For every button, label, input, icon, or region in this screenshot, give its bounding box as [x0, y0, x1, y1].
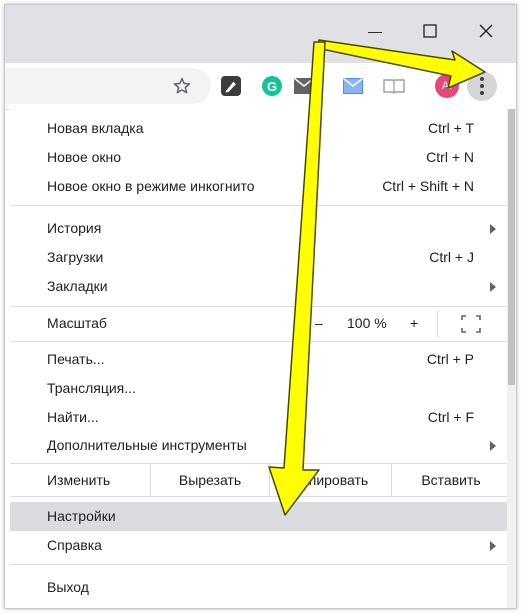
menu-item-label: Найти... [47, 409, 99, 425]
menu-item-shortcut: Ctrl + Shift + N [382, 178, 474, 194]
browser-menu-button[interactable] [467, 71, 497, 101]
submenu-arrow-icon [490, 224, 496, 234]
zoom-label: Масштаб [47, 315, 107, 331]
menu-item-zoom: Масштаб – 100 % + [10, 309, 510, 338]
browser-main-menu: Новая вкладка Ctrl + T Новое окно Ctrl +… [10, 109, 510, 608]
menu-divider [10, 341, 510, 342]
grammarly-button[interactable]: G [258, 72, 286, 100]
profile-button[interactable]: AI [433, 72, 461, 100]
menu-item-shortcut: Ctrl + J [429, 249, 474, 265]
avatar: AI [435, 74, 459, 98]
copy-button[interactable]: Копировать [270, 464, 391, 496]
menu-item-label: Новое окно в режиме инкогнито [47, 178, 255, 194]
reader-icon [383, 79, 405, 94]
menu-item-settings[interactable]: Настройки [10, 502, 510, 531]
star-icon [173, 77, 191, 94]
browser-window: — G AI Новая вкладка Ctrl + T Новое окно… [4, 4, 517, 609]
zoom-in-button[interactable]: + [410, 315, 418, 331]
minimize-icon: — [368, 23, 382, 39]
minimize-button[interactable]: — [355, 17, 395, 45]
menu-item-label: Печать... [47, 351, 105, 367]
mail-outline-extension-button[interactable] [339, 72, 367, 100]
reader-extension-button[interactable] [380, 72, 408, 100]
cut-button[interactable]: Вырезать [151, 464, 269, 496]
menu-divider [10, 564, 510, 565]
mail-outline-icon [343, 78, 363, 94]
menu-item-cast[interactable]: Трансляция... [10, 374, 510, 403]
menu-item-label: Новая вкладка [47, 120, 144, 136]
menu-item-shortcut: Ctrl + N [426, 149, 474, 165]
menu-item-exit[interactable]: Выход [10, 573, 510, 602]
menu-item-shortcut: Ctrl + T [427, 120, 474, 136]
submenu-arrow-icon [490, 441, 496, 451]
pen-extension-button[interactable] [217, 72, 245, 100]
bookmark-star-button[interactable] [168, 72, 196, 100]
edit-label: Изменить [47, 472, 111, 488]
cut-label: Вырезать [178, 472, 242, 488]
scrollbar-thumb[interactable] [508, 109, 515, 385]
menu-item-label: История [47, 220, 102, 236]
menu-item-help[interactable]: Справка [10, 531, 510, 560]
avatar-initials: AI [441, 80, 453, 92]
menu-item-label: Дополнительные инструменты [47, 437, 247, 453]
menu-item-shortcut: Ctrl + F [427, 409, 474, 425]
maximize-button[interactable] [410, 17, 450, 45]
menu-item-find[interactable]: Найти... Ctrl + F [10, 403, 510, 432]
grammarly-icon: G [262, 76, 282, 96]
menu-divider [10, 205, 510, 206]
menu-item-new-tab[interactable]: Новая вкладка Ctrl + T [10, 114, 510, 143]
paste-label: Вставить [421, 472, 481, 488]
menu-item-incognito[interactable]: Новое окно в режиме инкогнито Ctrl + Shi… [10, 172, 510, 201]
menu-item-more-tools[interactable]: Дополнительные инструменты [10, 431, 510, 460]
menu-item-label: Трансляция... [47, 380, 136, 396]
submenu-arrow-icon [490, 541, 496, 551]
menu-item-label: Настройки [47, 508, 116, 524]
submenu-arrow-icon [490, 282, 496, 292]
maximize-icon [423, 24, 437, 38]
menu-divider [10, 306, 510, 307]
menu-item-label: Закладки [47, 278, 108, 294]
close-window-button[interactable] [466, 17, 506, 45]
menu-item-label: Справка [47, 537, 102, 553]
zoom-divider [437, 311, 438, 337]
copy-label: Копировать [292, 472, 369, 488]
menu-item-label: Загрузки [47, 249, 104, 265]
browser-toolbar: G AI [5, 63, 516, 110]
zoom-level: 100 % [347, 315, 387, 331]
fullscreen-icon[interactable] [461, 315, 481, 333]
menu-item-print[interactable]: Печать... Ctrl + P [10, 345, 510, 374]
menu-item-bookmarks[interactable]: Закладки [10, 272, 510, 301]
kebab-menu-icon [480, 77, 484, 81]
edit-label-cell: Изменить [10, 464, 150, 496]
menu-item-history[interactable]: История [10, 214, 510, 243]
title-bar: — [5, 5, 516, 63]
mail-extension-button[interactable] [290, 72, 318, 100]
paste-button[interactable]: Вставить [392, 464, 510, 496]
menu-item-label: Новое окно [47, 149, 122, 165]
grammarly-letter: G [266, 78, 278, 94]
pen-extension-icon [221, 76, 241, 96]
menu-item-label: Выход [47, 579, 89, 595]
close-icon [479, 24, 493, 38]
screenshot-frame: — G AI Новая вкладка Ctrl + T Новое окно… [0, 0, 521, 613]
mail-icon [294, 78, 314, 94]
edit-row: Изменить Вырезать Копировать Вставить [10, 463, 510, 497]
zoom-out-button[interactable]: – [315, 315, 323, 331]
menu-item-shortcut: Ctrl + P [426, 351, 474, 367]
menu-item-downloads[interactable]: Загрузки Ctrl + J [10, 243, 510, 272]
menu-item-new-window[interactable]: Новое окно Ctrl + N [10, 143, 510, 172]
